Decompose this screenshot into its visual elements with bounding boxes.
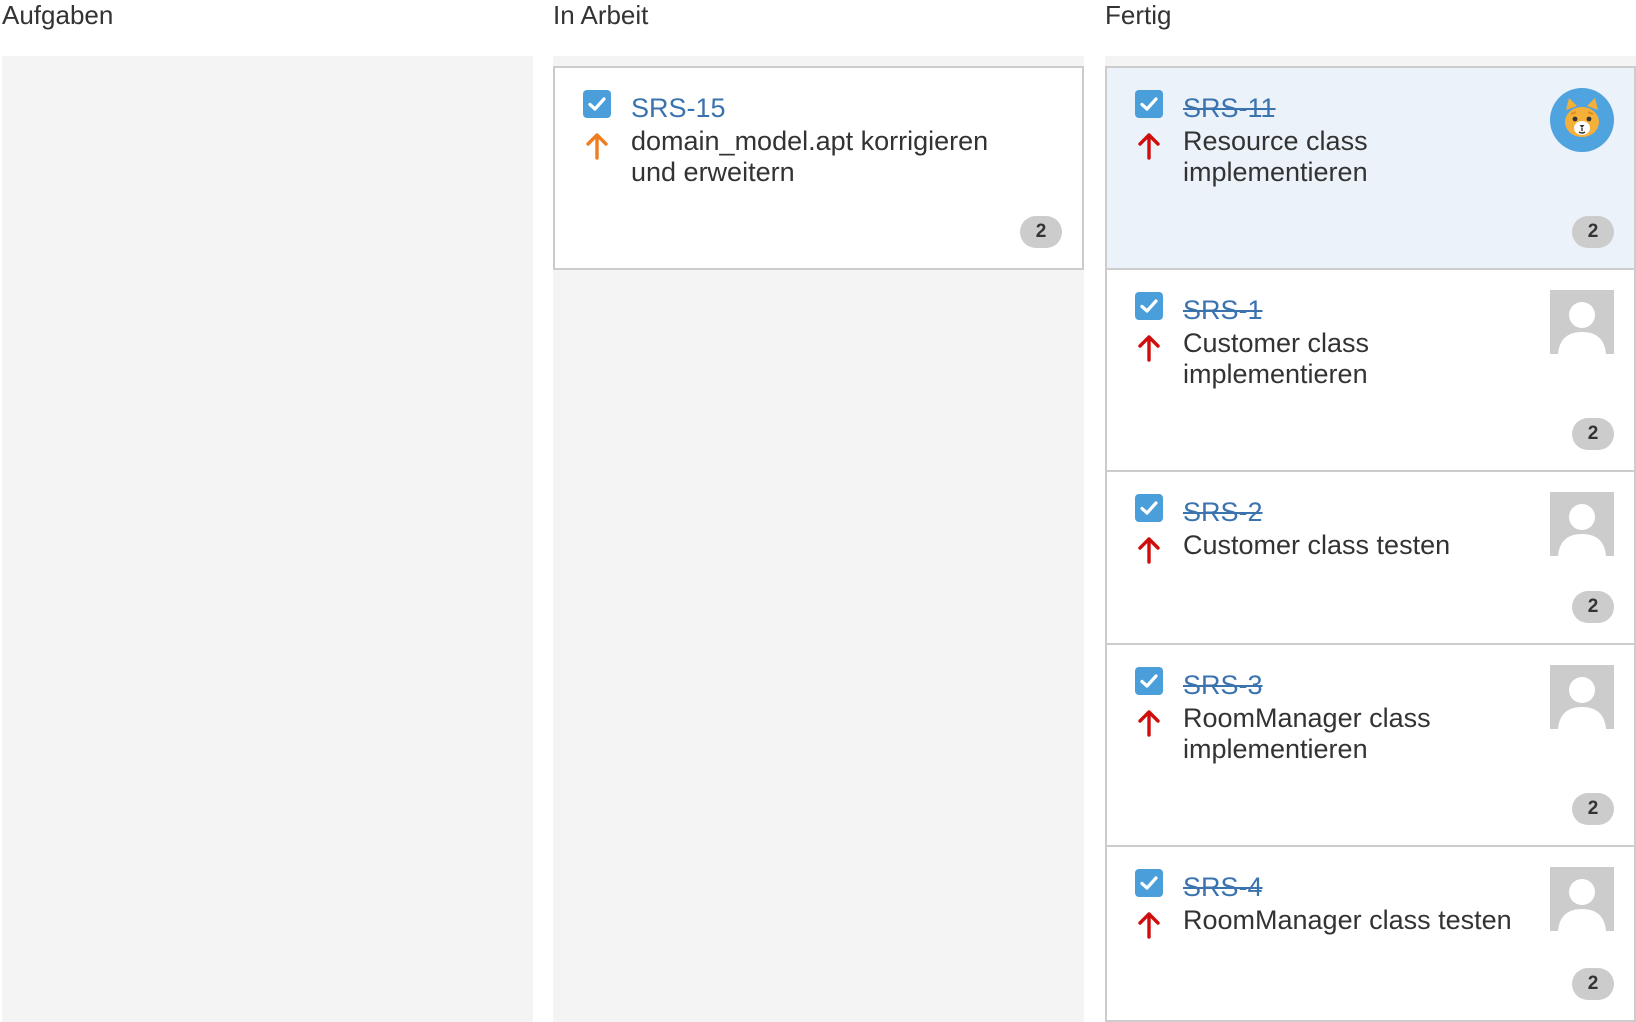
issue-key-link[interactable]: SRS-3 [1183,669,1263,701]
estimate-badge: 2 [1572,418,1614,450]
issue-summary: domain_model.apt korrigieren und erweite… [631,126,989,187]
issue-summary: Customer class implementieren [1183,328,1370,389]
cat-avatar-icon[interactable] [1550,88,1614,152]
priority-critical-arrow-icon [1137,536,1161,564]
priority-critical-arrow-icon [1137,334,1161,362]
issue-card-srs-1[interactable]: SRS-1 Customer class implementieren 2 [1105,268,1636,472]
task-type-icon [583,90,611,118]
issue-summary: RoomManager class testen [1183,905,1512,935]
column-todo[interactable] [2,56,533,1022]
column-done[interactable]: SRS-11 Resource class implementieren 2 S… [1105,56,1636,1022]
issue-key-link[interactable]: SRS-15 [631,92,726,124]
default-user-avatar-icon[interactable] [1550,867,1614,931]
default-user-avatar-icon[interactable] [1550,492,1614,556]
issue-card-srs-4[interactable]: SRS-4 RoomManager class testen 2 [1105,845,1636,1022]
default-user-avatar-icon[interactable] [1550,290,1614,354]
issue-card-srs-15[interactable]: SRS-15 domain_model.apt korrigieren und … [553,66,1084,270]
issue-key-link[interactable]: SRS-11 [1183,92,1276,124]
column-header-done: Fertig [1105,0,1172,30]
column-in-progress[interactable]: SRS-15 domain_model.apt korrigieren und … [553,56,1084,1022]
default-user-avatar-icon[interactable] [1550,665,1614,729]
issue-summary: Customer class testen [1183,530,1451,560]
priority-major-arrow-icon [585,132,609,160]
task-type-icon [1135,292,1163,320]
estimate-badge: 2 [1572,591,1614,623]
issue-summary: Resource class implementieren [1183,126,1368,187]
issue-card-srs-3[interactable]: SRS-3 RoomManager class implementieren 2 [1105,643,1636,847]
issue-key-link[interactable]: SRS-4 [1183,871,1263,903]
task-type-icon [1135,90,1163,118]
issue-card-srs-11[interactable]: SRS-11 Resource class implementieren 2 [1105,66,1636,270]
column-header-in-progress: In Arbeit [553,0,649,30]
task-type-icon [1135,869,1163,897]
task-type-icon [1135,667,1163,695]
agile-board: Aufgaben In Arbeit SRS-15 domain_model.a… [0,0,1636,1022]
issue-card-srs-2[interactable]: SRS-2 Customer class testen 2 [1105,470,1636,645]
column-header-todo: Aufgaben [2,0,114,30]
priority-critical-arrow-icon [1137,709,1161,737]
priority-critical-arrow-icon [1137,911,1161,939]
task-type-icon [1135,494,1163,522]
priority-critical-arrow-icon [1137,132,1161,160]
issue-key-link[interactable]: SRS-1 [1183,294,1263,326]
estimate-badge: 2 [1572,216,1614,248]
estimate-badge: 2 [1572,968,1614,1000]
issue-summary: RoomManager class implementieren [1183,703,1431,764]
issue-key-link[interactable]: SRS-2 [1183,496,1263,528]
estimate-badge: 2 [1020,216,1062,248]
estimate-badge: 2 [1572,793,1614,825]
